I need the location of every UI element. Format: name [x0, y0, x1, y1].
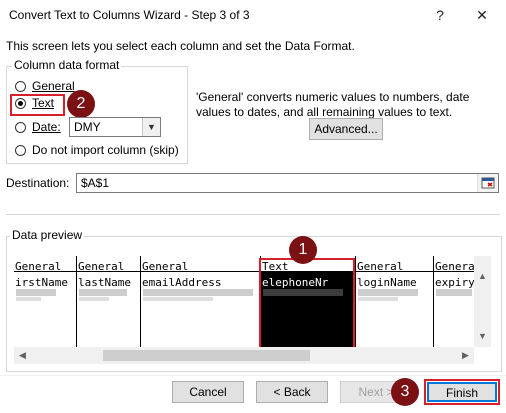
blurred-data — [79, 297, 109, 301]
help-button[interactable]: ? — [420, 1, 460, 29]
preview-column[interactable]: General irstName — [14, 256, 77, 347]
callout-badge-2: 2 — [67, 90, 95, 118]
back-button[interactable]: < Back — [256, 381, 328, 403]
radio-general[interactable] — [15, 81, 26, 92]
destination-input[interactable]: $A$1 — [76, 173, 499, 193]
column-format-header: General — [142, 260, 189, 273]
radio-text-dot — [18, 101, 23, 106]
scroll-left-icon[interactable]: ◀ — [14, 347, 31, 364]
column-name: loginName — [357, 276, 417, 289]
callout-badge-3: 3 — [391, 378, 419, 406]
date-format-select[interactable]: DMY ▼ — [69, 117, 161, 137]
blurred-data — [143, 289, 253, 296]
finish-button[interactable]: Finish — [427, 382, 497, 402]
blurred-data — [79, 289, 127, 296]
range-picker-icon — [481, 177, 495, 189]
separator — [6, 214, 500, 215]
column-name: irstName — [15, 276, 68, 289]
radio-text[interactable] — [15, 98, 26, 109]
column-format-header: General — [357, 260, 404, 273]
blurred-data — [436, 289, 472, 296]
cancel-button[interactable]: Cancel — [172, 381, 244, 403]
chevron-down-icon[interactable]: ▼ — [142, 118, 160, 136]
blurred-data — [358, 289, 418, 296]
horizontal-scrollbar[interactable]: ◀ ▶ — [14, 347, 474, 364]
radio-text-label[interactable]: Text — [32, 96, 54, 110]
radio-date-label[interactable]: Date: — [32, 120, 61, 134]
range-picker-button[interactable] — [477, 174, 498, 192]
radio-date[interactable] — [15, 122, 26, 133]
column-format-header: General — [15, 260, 62, 273]
column-format-header: General — [78, 260, 125, 273]
column-format-legend: Column data format — [12, 58, 122, 72]
preview-column[interactable]: Genera expiry — [434, 256, 474, 347]
callout-badge-1: 1 — [289, 236, 317, 264]
horizontal-scroll-thumb[interactable] — [103, 350, 310, 361]
preview-column[interactable]: General lastName — [77, 256, 141, 347]
radio-text-text: Text — [32, 96, 55, 110]
destination-value: $A$1 — [81, 176, 110, 190]
blurred-data — [143, 297, 213, 301]
column-name: emailAddress — [142, 276, 222, 289]
window-title: Convert Text to Columns Wizard - Step 3 … — [9, 8, 250, 22]
preview-column[interactable]: General emailAddress — [141, 256, 261, 347]
close-button[interactable]: ✕ — [462, 1, 502, 29]
blurred-data — [16, 297, 41, 301]
radio-general-text: General — [32, 79, 75, 93]
column-format-header: Genera — [435, 260, 474, 273]
date-format-value: DMY — [74, 120, 101, 134]
radio-date-text: Date: — [32, 120, 61, 134]
scroll-down-icon[interactable]: ▼ — [474, 328, 491, 345]
preview-grid[interactable]: General irstName General lastName Genera… — [14, 256, 474, 347]
data-preview-legend: Data preview — [10, 228, 85, 242]
radio-general-label[interactable]: General — [32, 79, 75, 93]
blurred-data — [16, 289, 56, 296]
column-name: lastName — [78, 276, 131, 289]
vertical-scrollbar[interactable]: ▲ ▼ — [474, 256, 491, 347]
advanced-button[interactable]: Advanced... — [309, 118, 383, 140]
radio-skip[interactable] — [15, 145, 26, 156]
description-text: This screen lets you select each column … — [6, 39, 355, 53]
radio-skip-label[interactable]: Do not import column (skip) — [32, 143, 179, 157]
scroll-right-icon[interactable]: ▶ — [457, 347, 474, 364]
blurred-data — [358, 297, 398, 301]
destination-label: Destination: — [6, 176, 70, 190]
preview-column[interactable]: General loginName — [356, 256, 434, 347]
footer-divider — [0, 375, 506, 376]
scroll-up-icon[interactable]: ▲ — [474, 268, 491, 285]
column-name: expiry — [435, 276, 474, 289]
selected-column-highlight — [259, 258, 355, 349]
info-text: 'General' converts numeric values to num… — [196, 90, 470, 119]
